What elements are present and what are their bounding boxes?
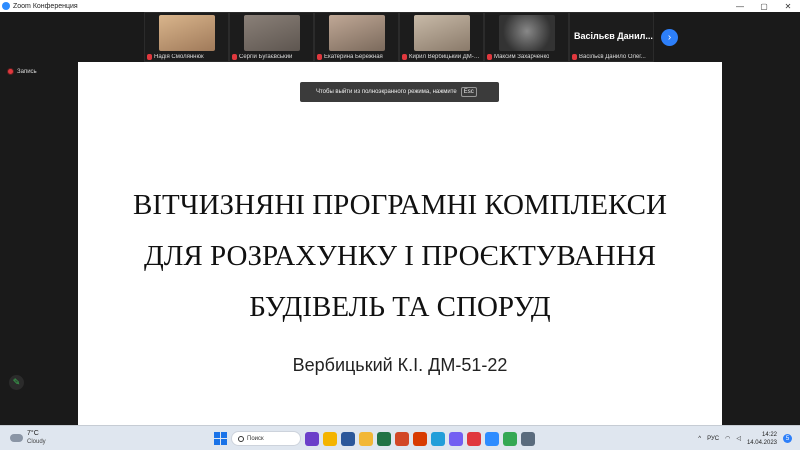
taskbar-app-icon[interactable] (467, 431, 481, 446)
taskbar-app-icon[interactable] (503, 431, 517, 446)
close-button[interactable]: ✕ (776, 0, 800, 12)
fullscreen-exit-toast: Чтобы выйти из полноэкранного режима, на… (300, 82, 499, 102)
windows-taskbar: 7°C Cloudy Поиск ^ РУС ◠ ◁ 14:22 14.04.2… (0, 425, 800, 450)
window-title: Zoom Конференция (13, 2, 78, 10)
toast-message: Чтобы выйти из полноэкранного режима, на… (316, 89, 457, 95)
minimize-button[interactable]: — (728, 0, 752, 12)
taskbar-app-icon[interactable] (341, 431, 355, 446)
clock[interactable]: 14:22 14.04.2023 (747, 431, 777, 447)
search-label: Поиск (247, 435, 264, 442)
zoom-logo-icon (2, 2, 10, 10)
taskbar-app-icon[interactable] (449, 431, 463, 446)
slide-title: ВІТЧИЗНЯНІ ПРОГРАМНІ КОМПЛЕКСИ ДЛЯ РОЗРА… (78, 180, 722, 333)
shared-screen-slide: ВІТЧИЗНЯНІ ПРОГРАМНІ КОМПЛЕКСИ ДЛЯ РОЗРА… (78, 62, 722, 425)
recording-label: Запись (17, 68, 37, 75)
window-controls: — ▢ ✕ (728, 0, 800, 12)
recording-indicator[interactable]: Запись (7, 68, 37, 75)
weather-condition: Cloudy (27, 439, 46, 445)
esc-key-hint: Esc (460, 87, 477, 97)
slide-title-line: БУДІВЕЛЬ ТА СПОРУД (249, 291, 551, 323)
participant-tile[interactable]: Надія Смоляннюк (144, 12, 229, 62)
taskbar-app-icon[interactable] (305, 431, 319, 446)
system-tray: ^ РУС ◠ ◁ 14:22 14.04.2023 5 (698, 430, 792, 447)
search-icon (238, 435, 244, 442)
participant-video (414, 15, 470, 51)
wifi-icon[interactable]: ◠ (725, 435, 730, 442)
clock-time: 14:22 (761, 431, 777, 438)
participant-name: Максим Захарченко (494, 54, 550, 60)
taskbar-app-icon[interactable] (521, 431, 535, 446)
volume-icon[interactable]: ◁ (736, 435, 741, 442)
taskbar-apps: Поиск (214, 430, 535, 447)
participant-name: Надія Смоляннюк (154, 54, 204, 60)
slide-author: Вербицький К.І. ДМ-51-22 (292, 355, 508, 375)
taskbar-app-icon[interactable] (395, 431, 409, 446)
weather-widget[interactable]: 7°C Cloudy (10, 429, 46, 446)
participant-video (159, 15, 215, 51)
participant-video (329, 15, 385, 51)
participant-name: Васільєв Данило Олег... (579, 54, 646, 60)
participant-name: Сергій Бугаєвський (239, 54, 293, 60)
slide-title-line: ДЛЯ РОЗРАХУНКУ І ПРОЄКТУВАННЯ (143, 240, 657, 272)
weather-temp: 7°C (27, 430, 39, 437)
chevron-right-icon: › (667, 32, 672, 43)
slide-title-line: ВІТЧИЗНЯНІ ПРОГРАМНІ КОМПЛЕКСИ (133, 189, 667, 221)
cloud-icon (10, 433, 23, 442)
record-icon (7, 68, 14, 75)
muted-mic-icon (487, 54, 492, 60)
pen-icon: ✎ (12, 377, 21, 387)
title-bar: Zoom Конференция — ▢ ✕ (0, 0, 800, 12)
participant-tile[interactable]: Васільєв Данил... Васільєв Данило Олег..… (569, 12, 654, 62)
muted-mic-icon (402, 54, 407, 60)
maximize-button[interactable]: ▢ (752, 0, 776, 12)
muted-mic-icon (232, 54, 237, 60)
taskbar-app-icon[interactable] (377, 431, 391, 446)
participant-tile[interactable]: Максим Захарченко (484, 12, 569, 62)
muted-mic-icon (317, 54, 322, 60)
participant-strip: Надія Смоляннюк Сергій Бугаєвський Екате… (144, 12, 654, 62)
annotate-pen-button[interactable]: ✎ (9, 375, 24, 390)
next-participants-button[interactable]: › (661, 29, 678, 46)
participant-tile[interactable]: Екатерина Бережная (314, 12, 399, 62)
language-indicator[interactable]: РУС (707, 436, 719, 442)
participant-tile[interactable]: Сергій Бугаєвський (229, 12, 314, 62)
taskbar-app-icon[interactable] (485, 431, 499, 446)
participant-tile[interactable]: Кирил Вербицький ДМ-5... (399, 12, 484, 62)
taskbar-search[interactable]: Поиск (231, 431, 301, 446)
clock-date: 14.04.2023 (746, 439, 777, 446)
taskbar-app-icon[interactable] (323, 431, 337, 446)
participant-display-name: Васільєв Данил... (574, 31, 653, 41)
taskbar-app-icon[interactable] (413, 431, 427, 446)
notification-badge[interactable]: 5 (783, 434, 792, 443)
taskbar-app-icon[interactable] (359, 431, 373, 446)
muted-mic-icon (147, 54, 152, 60)
participant-video (244, 15, 300, 51)
participant-avatar (499, 15, 555, 51)
participant-name: Екатерина Бережная (324, 54, 383, 60)
windows-start-icon[interactable] (214, 432, 227, 445)
tray-chevron-icon[interactable]: ^ (698, 436, 701, 442)
muted-mic-icon (572, 54, 577, 60)
taskbar-app-icon[interactable] (431, 431, 445, 446)
participant-name: Кирил Вербицький ДМ-5... (409, 54, 481, 60)
